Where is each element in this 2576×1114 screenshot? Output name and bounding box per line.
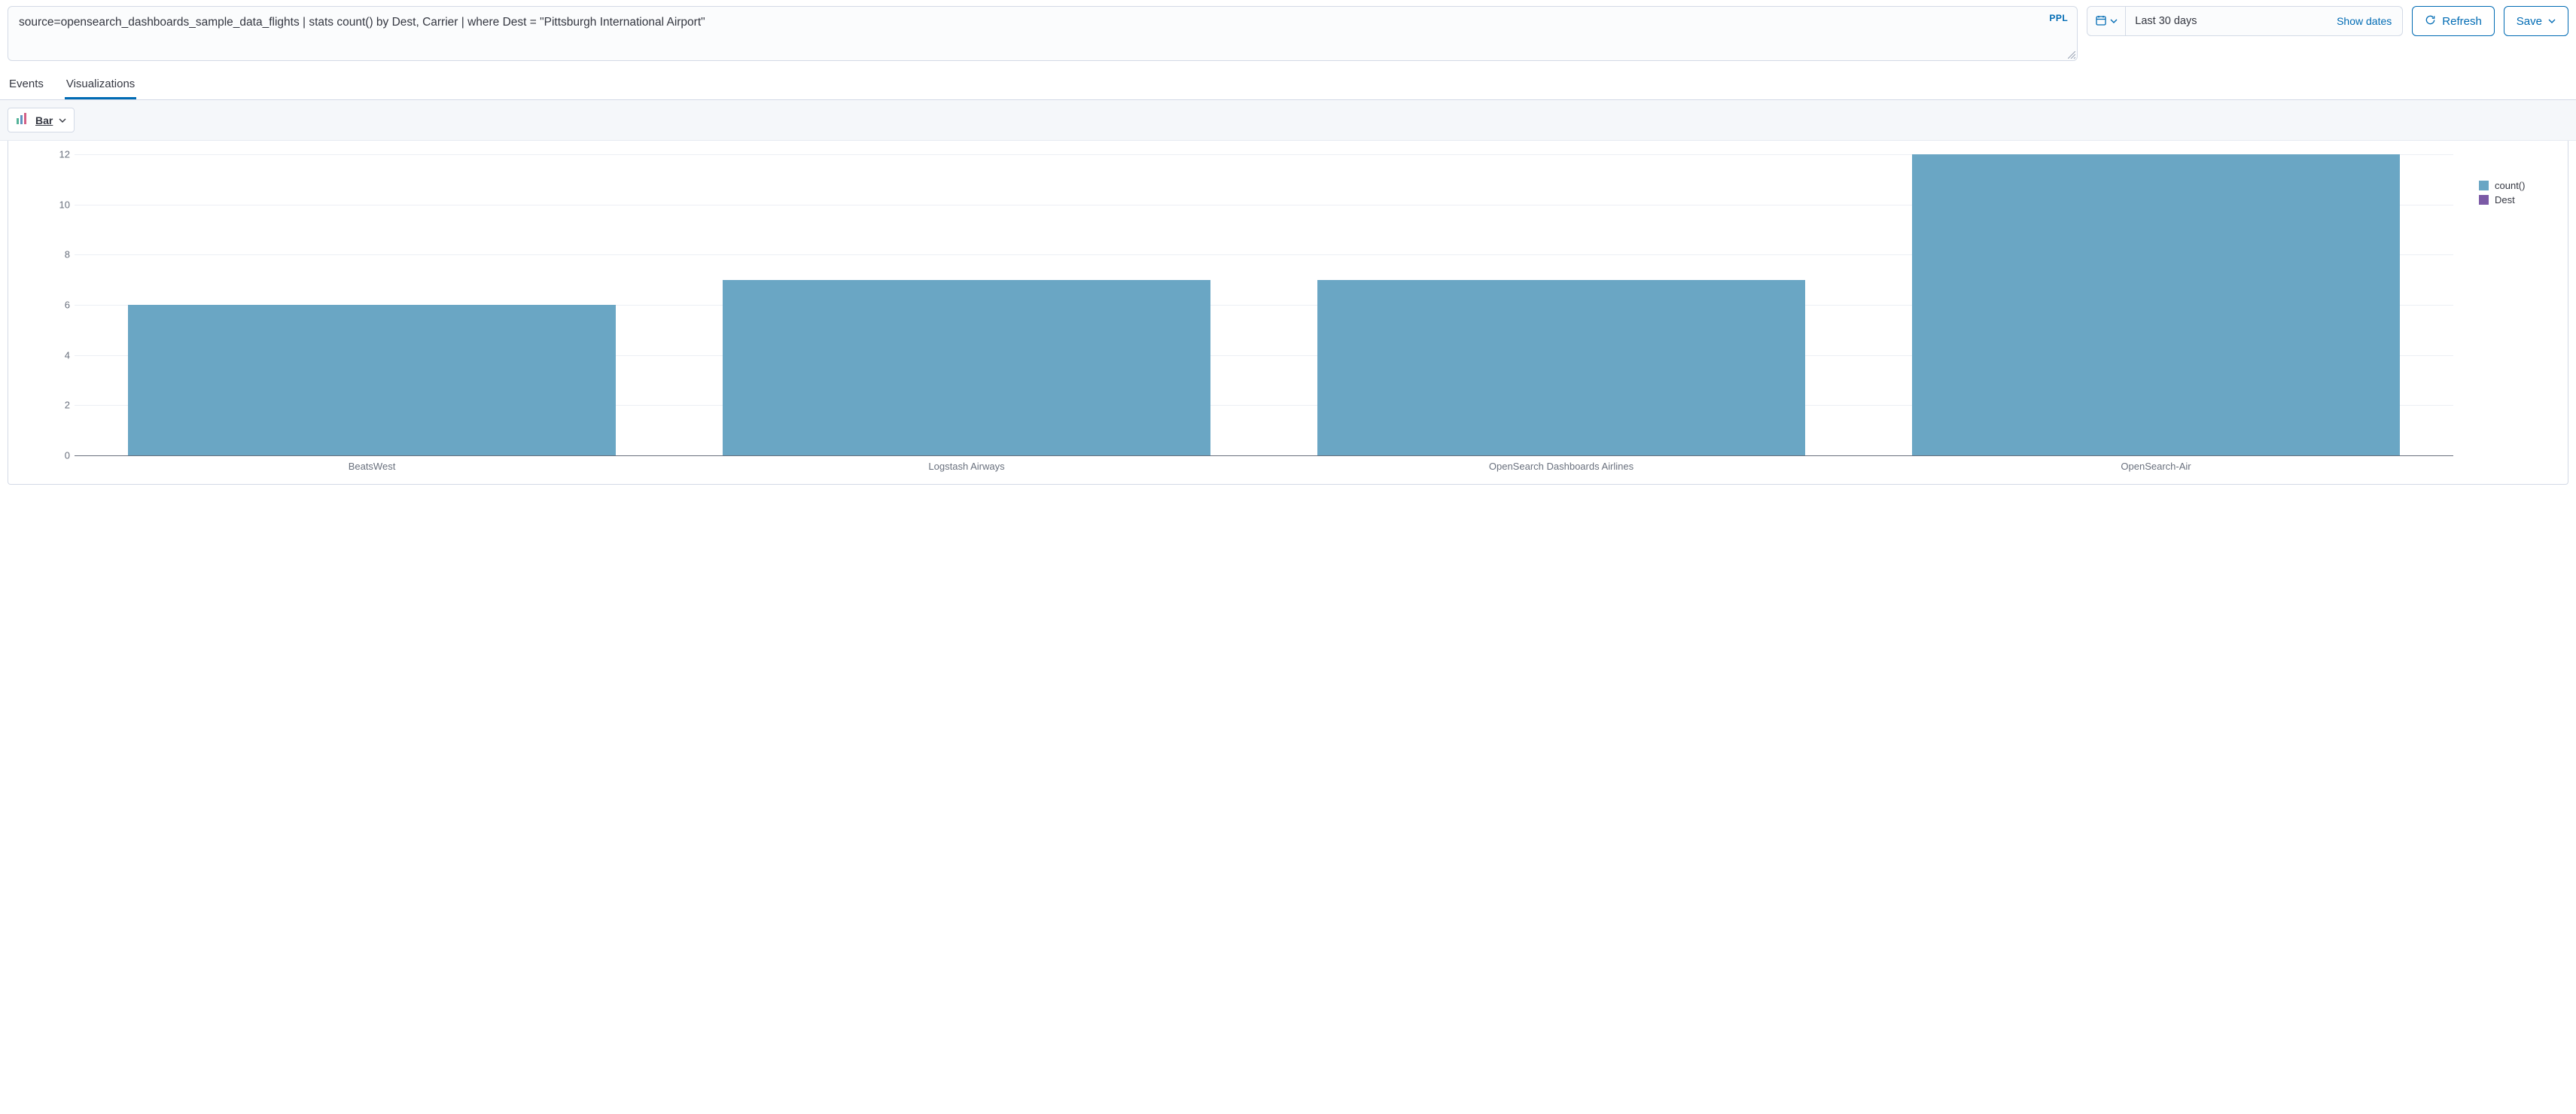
legend-label: count(): [2495, 180, 2525, 191]
legend-swatch: [2479, 181, 2489, 190]
tabs: Events Visualizations: [0, 67, 2576, 100]
x-axis-label: OpenSearch Dashboards Airlines: [1489, 461, 1634, 472]
bar[interactable]: [1317, 280, 1805, 455]
date-range-label[interactable]: Last 30 days: [2126, 15, 2326, 27]
query-input[interactable]: [19, 14, 2035, 50]
bar[interactable]: [1912, 154, 2400, 455]
save-button-label: Save: [2517, 15, 2542, 28]
y-axis-tick: 0: [52, 450, 70, 461]
legend-label: Dest: [2495, 194, 2515, 205]
chart-panel: 0 2 4 6 8 10 12 BeatsWest Logstash Airways OpenSe…: [8, 141, 2568, 485]
y-axis-tick: 10: [52, 199, 70, 210]
chevron-down-icon: [2110, 15, 2118, 27]
date-range-picker: Last 30 days Show dates: [2087, 6, 2403, 36]
grid-line: [75, 455, 2453, 456]
refresh-button[interactable]: Refresh: [2412, 6, 2495, 36]
x-axis-label: Logstash Airways: [928, 461, 1004, 472]
refresh-button-label: Refresh: [2442, 15, 2482, 28]
resize-handle-icon[interactable]: [2068, 51, 2075, 59]
y-axis-tick: 6: [52, 300, 70, 311]
chevron-down-icon: [59, 114, 66, 126]
chart-legend: count() Dest: [2479, 154, 2554, 478]
bar[interactable]: [128, 305, 616, 455]
y-axis-tick: 12: [52, 149, 70, 160]
show-dates-button[interactable]: Show dates: [2326, 15, 2402, 27]
y-axis-tick: 8: [52, 249, 70, 260]
y-axis-tick: 2: [52, 400, 70, 411]
tab-visualizations[interactable]: Visualizations: [65, 70, 136, 99]
y-axis-tick: 4: [52, 349, 70, 361]
query-language-button[interactable]: PPL: [2049, 13, 2068, 23]
chart-type-label: Bar: [35, 114, 53, 126]
bar-chart-icon: [16, 113, 29, 127]
bar[interactable]: [723, 280, 1210, 455]
query-input-container: PPL: [8, 6, 2078, 61]
bar-chart[interactable]: 024681012BeatsWestLogstash AirwaysOpenSe…: [22, 154, 2461, 478]
calendar-icon: [2095, 14, 2107, 29]
legend-swatch: [2479, 195, 2489, 205]
chevron-down-icon: [2548, 15, 2556, 28]
x-axis-label: OpenSearch-Air: [2121, 461, 2191, 472]
tab-events[interactable]: Events: [8, 70, 45, 99]
save-button[interactable]: Save: [2504, 6, 2568, 36]
chart-type-selector[interactable]: Bar: [8, 108, 75, 132]
x-axis-label: BeatsWest: [349, 461, 396, 472]
refresh-icon: [2425, 14, 2436, 29]
legend-item[interactable]: count(): [2479, 180, 2554, 191]
calendar-button[interactable]: [2087, 7, 2126, 35]
legend-item[interactable]: Dest: [2479, 194, 2554, 205]
